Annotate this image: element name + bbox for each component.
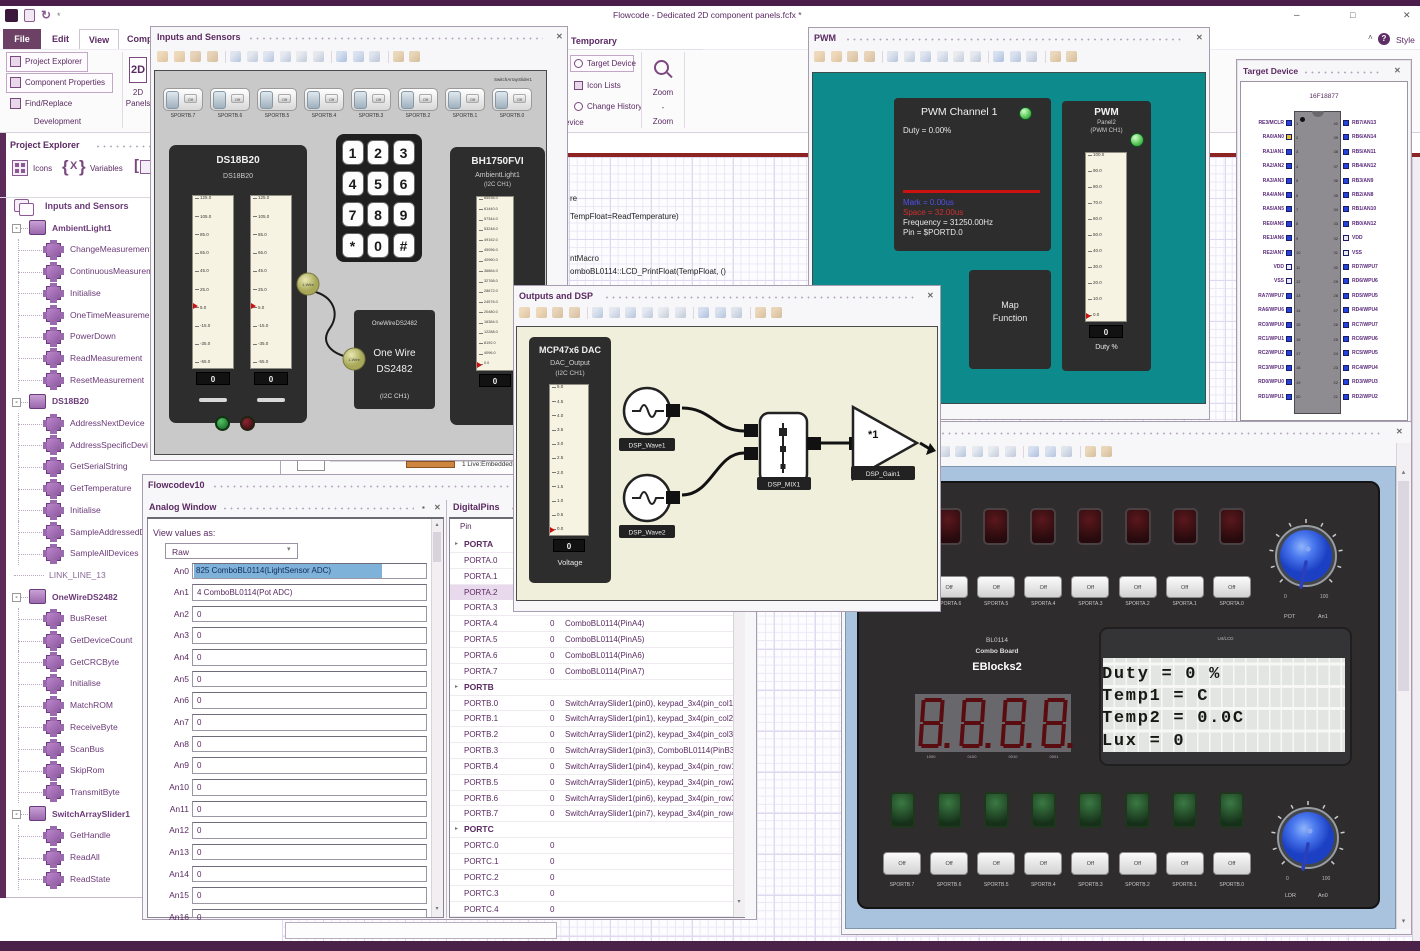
svg-text:0: 0 [1286,876,1289,882]
svg-text:1-Wire: 1-Wire [302,282,315,287]
svg-text:DSP_Wave1: DSP_Wave1 [629,443,666,450]
svg-text:DSP_Wave2: DSP_Wave2 [629,530,666,537]
svg-text:DSP_Gain1: DSP_Gain1 [866,471,901,478]
svg-text:100: 100 [1322,876,1331,882]
svg-text:1-Wire: 1-Wire [348,357,361,362]
svg-text:0: 0 [1284,594,1287,600]
svg-text:DSP_MIX1: DSP_MIX1 [768,482,801,489]
svg-text:100: 100 [1320,594,1329,600]
svg-text:*1: *1 [868,429,878,441]
